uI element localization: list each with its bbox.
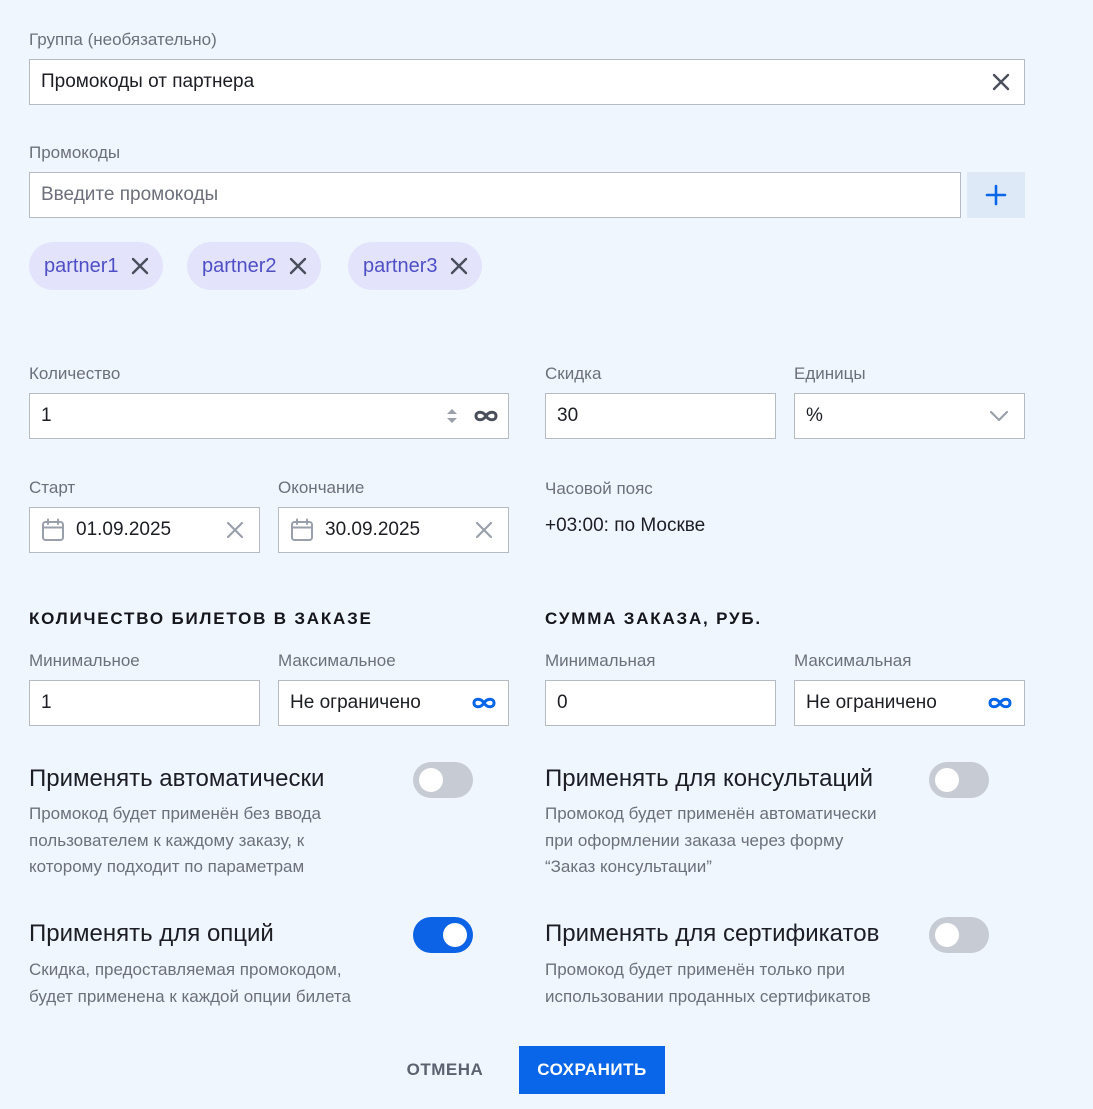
cancel-button[interactable]: ОТМЕНА: [388, 1046, 502, 1094]
tickets-min-value: 1: [41, 692, 52, 713]
toggle-knob: [935, 923, 959, 947]
order-sum-min-label: Минимальная: [545, 651, 656, 670]
timezone-label: Часовой пояс: [545, 479, 653, 498]
clear-icon[interactable]: [460, 521, 508, 539]
description-line: которому подходит по параметрам: [29, 857, 305, 876]
group-field[interactable]: Промокоды от партнера: [29, 59, 1025, 105]
start-date-value: 01.09.2025: [76, 519, 172, 540]
group-label: Группа (необязательно): [29, 30, 217, 49]
promocodes-input[interactable]: Введите промокоды: [29, 172, 961, 218]
toggle-knob: [935, 768, 959, 792]
timezone-value: +03:00: по Москве: [545, 515, 706, 536]
tickets-max-value: Не ограничено: [290, 692, 421, 713]
description-line: использовании проданных сертификатов: [545, 986, 871, 1006]
description-line: пользователем к каждому заказу, к: [29, 830, 305, 850]
chevron-down-icon: [974, 410, 1024, 422]
description-line: Промокод будет применён только при: [545, 960, 845, 979]
tickets-max-label: Максимальное: [278, 651, 396, 670]
infinity-icon[interactable]: [464, 409, 508, 423]
toggle-knob: [419, 768, 443, 792]
quantity-label: Количество: [29, 364, 121, 383]
description-line: будет применена к каждой опции билета: [29, 986, 351, 1006]
units-select[interactable]: %: [794, 393, 1025, 439]
certs-apply-toggle[interactable]: [929, 917, 989, 953]
promocodes-placeholder: Введите промокоды: [41, 184, 219, 205]
description-line: Скидка, предоставляемая промокодом,: [29, 960, 342, 979]
certs-apply-description: Промокод будет применён только при испол…: [545, 957, 871, 1010]
chip-label: partner3: [363, 254, 438, 277]
order-sum-min-value: 0: [557, 692, 568, 713]
end-date-field[interactable]: 30.09.2025: [278, 507, 509, 553]
order-sum-max-input[interactable]: Не ограничено: [794, 680, 1025, 726]
order-sum-max-label: Максимальная: [794, 651, 912, 670]
quantity-value: 1: [41, 405, 52, 426]
consult-apply-description: Промокод будет применён автоматически пр…: [545, 801, 876, 881]
remove-chip-icon[interactable]: [289, 257, 307, 275]
calendar-icon: [30, 518, 76, 542]
units-value: %: [806, 405, 823, 426]
tickets-max-input[interactable]: Не ограничено: [278, 680, 509, 726]
discount-label: Скидка: [545, 364, 602, 383]
calendar-icon: [279, 518, 325, 542]
remove-chip-icon[interactable]: [450, 257, 468, 275]
chip-label: partner2: [202, 254, 277, 277]
order-sum-max-value: Не ограничено: [806, 692, 937, 713]
promocode-chip: partner2: [187, 242, 321, 290]
consult-apply-toggle[interactable]: [929, 762, 989, 798]
discount-value: 30: [557, 405, 579, 426]
start-date-field[interactable]: 01.09.2025: [29, 507, 260, 553]
auto-apply-description: Промокод будет применён без ввода пользо…: [29, 801, 321, 881]
description-line: Промокод будет применён без ввода: [29, 804, 321, 823]
close-icon[interactable]: [978, 72, 1024, 92]
toggle-knob: [443, 923, 467, 947]
start-label: Старт: [29, 478, 76, 497]
save-button[interactable]: СОХРАНИТЬ: [519, 1046, 665, 1094]
order-sum-section-title: СУММА ЗАКАЗА, РУБ.: [545, 609, 762, 628]
remove-chip-icon[interactable]: [131, 257, 149, 275]
order-sum-min-input[interactable]: 0: [545, 680, 776, 726]
stepper-arrows-icon[interactable]: [440, 406, 464, 426]
end-label: Окончание: [278, 478, 365, 497]
infinity-icon[interactable]: [976, 696, 1024, 710]
group-value: Промокоды от партнера: [41, 71, 255, 92]
end-date-value: 30.09.2025: [325, 519, 421, 540]
quantity-stepper[interactable]: 1: [29, 393, 509, 439]
options-apply-toggle[interactable]: [413, 917, 473, 953]
plus-icon: [985, 184, 1007, 206]
chip-label: partner1: [44, 254, 119, 277]
tickets-min-input[interactable]: 1: [29, 680, 260, 726]
promocode-chip: partner1: [29, 242, 163, 290]
promocodes-label: Промокоды: [29, 143, 121, 162]
certs-apply-title: Применять для сертификатов: [545, 920, 880, 947]
add-promocode-button[interactable]: [967, 172, 1025, 218]
consult-apply-title: Применять для консультаций: [545, 765, 874, 792]
discount-input[interactable]: 30: [545, 393, 776, 439]
description-line: при оформлении заказа через форму: [545, 830, 844, 850]
tickets-section-title: КОЛИЧЕСТВО БИЛЕТОВ В ЗАКАЗЕ: [29, 609, 373, 628]
clear-icon[interactable]: [211, 521, 259, 539]
infinity-icon[interactable]: [460, 696, 508, 710]
units-label: Единицы: [794, 364, 866, 383]
description-line: Промокод будет применён автоматически: [545, 804, 877, 823]
auto-apply-title: Применять автоматически: [29, 765, 325, 792]
options-apply-title: Применять для опций: [29, 920, 274, 947]
promocode-chip: partner3: [348, 242, 482, 290]
tickets-min-label: Минимальное: [29, 651, 140, 670]
description-line: “Заказ консультации”: [545, 857, 712, 876]
auto-apply-toggle[interactable]: [413, 762, 473, 798]
options-apply-description: Скидка, предоставляемая промокодом, буде…: [29, 957, 351, 1010]
